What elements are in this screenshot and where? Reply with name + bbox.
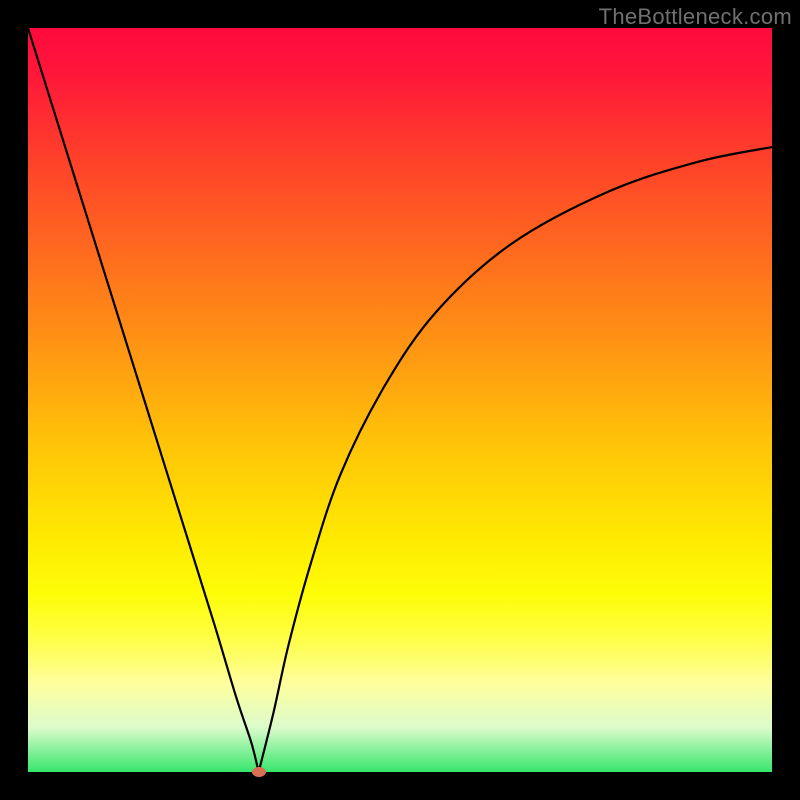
plot-area (28, 28, 772, 772)
curve-right-branch (259, 147, 772, 772)
chart-container: TheBottleneck.com (0, 0, 800, 800)
watermark-text: TheBottleneck.com (599, 4, 792, 30)
curve-svg (28, 28, 772, 772)
curve-left-branch (28, 28, 259, 772)
minimum-marker (252, 767, 266, 777)
